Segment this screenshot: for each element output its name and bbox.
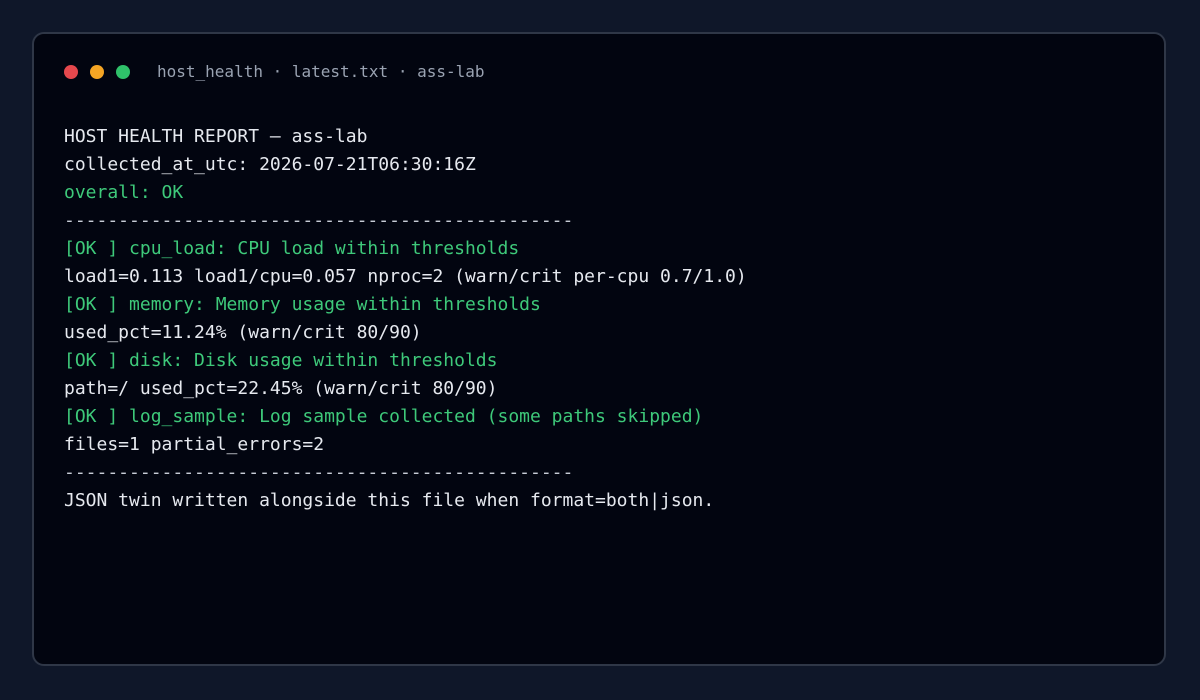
report-footer: JSON twin written alongside this file wh… [64,490,715,511]
check-detail-memory: used_pct=11.24% (warn/crit 80/90) [64,322,422,343]
check-detail-disk: path=/ used_pct=22.45% (warn/crit 80/90) [64,378,498,399]
check-status-disk: [OK ] disk: Disk usage within thresholds [64,350,498,371]
terminal-window: host_health · latest.txt · ass-lab HOST … [32,32,1166,666]
separator-bottom: ----------------------------------------… [64,462,574,483]
close-window-button[interactable] [64,65,78,79]
collected-at-line: collected_at_utc: 2026-07-21T06:30:16Z [64,154,476,175]
report-text: HOST HEALTH REPORT — ass-lab collected_a… [64,123,1144,515]
check-detail-cpu-load: load1=0.113 load1/cpu=0.057 nproc=2 (war… [64,266,747,287]
separator-top: ----------------------------------------… [64,210,574,231]
maximize-window-button[interactable] [116,65,130,79]
minimize-window-button[interactable] [90,65,104,79]
check-status-memory: [OK ] memory: Memory usage within thresh… [64,294,541,315]
overall-status-line: overall: OK [64,182,184,203]
report-heading: HOST HEALTH REPORT — ass-lab [64,126,368,147]
check-detail-log-sample: files=1 partial_errors=2 [64,434,325,455]
check-status-cpu-load: [OK ] cpu_load: CPU load within threshol… [64,238,520,259]
title-bar: host_health · latest.txt · ass-lab [34,34,1164,110]
window-title: host_health · latest.txt · ass-lab [157,62,485,81]
check-status-log-sample: [OK ] log_sample: Log sample collected (… [64,406,704,427]
